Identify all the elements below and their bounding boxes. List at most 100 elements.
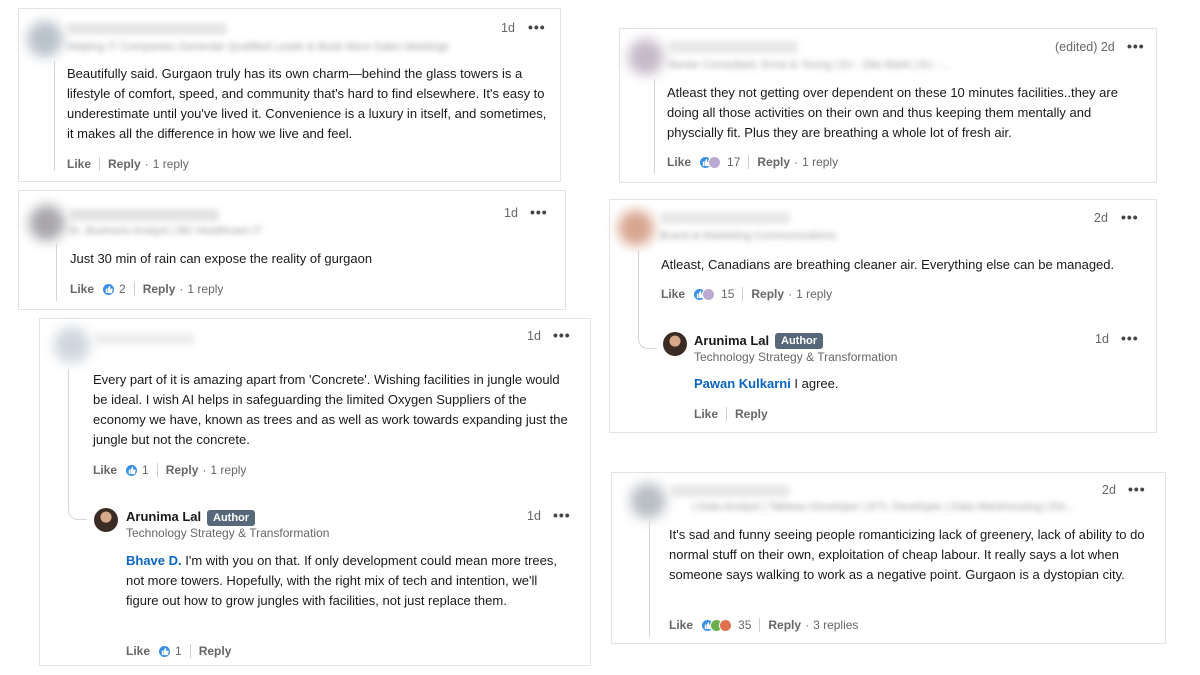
reply-author-name[interactable]: Arunima Lal — [694, 333, 769, 348]
heart-icon — [719, 618, 733, 632]
divider — [133, 282, 135, 296]
thread-connector — [68, 507, 87, 520]
thread-line — [56, 243, 57, 301]
thread-line — [649, 521, 650, 637]
avatar[interactable] — [27, 21, 63, 57]
separator-dot: · — [202, 463, 207, 477]
commenter-name[interactable] — [668, 41, 798, 53]
reply-author-title: Technology Strategy & Transformation — [694, 350, 898, 364]
reply-author-name[interactable]: Arunima Lal — [126, 509, 201, 524]
reaction-count: 1 — [142, 463, 149, 477]
reactions[interactable]: 17 — [699, 155, 740, 169]
reply-body: I agree. — [790, 376, 839, 391]
reactions[interactable]: 15 — [693, 287, 734, 301]
commenter-headline: Helping IT Companies Generate Qualified … — [67, 41, 449, 53]
comment-text: Atleast, Canadians are breathing cleaner… — [661, 257, 1115, 272]
replies-link[interactable]: 1 reply — [796, 287, 832, 301]
avatar[interactable] — [54, 327, 90, 363]
like-button[interactable]: Like — [667, 155, 691, 169]
more-options-icon[interactable]: ••• — [1127, 38, 1145, 54]
more-options-icon[interactable]: ••• — [528, 19, 546, 35]
more-options-icon[interactable]: ••• — [1128, 481, 1146, 497]
reply-button[interactable]: Reply — [751, 287, 784, 301]
separator-dot: · — [144, 157, 149, 171]
reply-button[interactable]: Reply — [735, 407, 768, 421]
like-button[interactable]: Like — [669, 618, 693, 632]
reply-text: Bhave D. I'm with you on that. If only d… — [126, 551, 566, 611]
commenter-name[interactable] — [69, 209, 219, 221]
reply-actions: Like Reply — [694, 407, 768, 421]
divider — [748, 155, 750, 169]
commenter-name[interactable] — [670, 485, 790, 497]
divider — [742, 287, 744, 301]
commenter-headline: Senior Consultant, Ernst & Young | Ex - … — [668, 59, 952, 71]
reaction-count: 17 — [727, 155, 741, 169]
reactions[interactable]: 35 — [701, 618, 751, 632]
like-button[interactable]: Like — [67, 157, 91, 171]
comment-actions: Like 17 Reply · 1 reply — [667, 155, 838, 169]
comment-text: Beautifully said. Gurgaon truly has its … — [67, 66, 547, 141]
reply-time: 1d — [1095, 332, 1109, 346]
comment-time: 1d — [504, 206, 518, 220]
commenter-name[interactable] — [660, 212, 790, 224]
reaction-count: 35 — [738, 618, 752, 632]
divider — [156, 463, 158, 477]
reply-button[interactable]: Reply — [199, 644, 232, 658]
comment-text: Every part of it is amazing apart from '… — [93, 372, 568, 447]
reply-text: Pawan Kulkarni I agree. — [694, 374, 1134, 394]
more-options-icon[interactable]: ••• — [1121, 209, 1139, 225]
like-icon — [158, 644, 172, 658]
replies-link[interactable]: 1 reply — [802, 155, 838, 169]
comment-time: (edited) 2d — [1055, 40, 1115, 54]
reply-button[interactable]: Reply — [768, 618, 801, 632]
avatar[interactable] — [628, 39, 664, 75]
like-icon — [102, 282, 116, 296]
replies-link[interactable]: 3 replies — [813, 618, 858, 632]
comment-card: | Data Analyst | Tableau Developer | ETL… — [611, 472, 1166, 644]
comment-card: 1d ••• Every part of it is amazing apart… — [39, 318, 591, 666]
reply-button[interactable]: Reply — [108, 157, 141, 171]
like-button[interactable]: Like — [70, 282, 94, 296]
divider — [189, 644, 191, 658]
reaction-count: 15 — [721, 287, 735, 301]
avatar[interactable] — [663, 332, 687, 356]
reply-button[interactable]: Reply — [143, 282, 176, 296]
separator-dot: · — [805, 618, 810, 632]
more-options-icon[interactable]: ••• — [530, 204, 548, 220]
replies-link[interactable]: 1 reply — [210, 463, 246, 477]
replies-link[interactable]: 1 reply — [187, 282, 223, 296]
thread-line — [654, 79, 655, 174]
thread-line — [54, 61, 55, 171]
reactions[interactable]: 1 — [158, 644, 182, 658]
mention-link[interactable]: Pawan Kulkarni — [694, 376, 791, 391]
reaction-count: 2 — [119, 282, 126, 296]
like-button[interactable]: Like — [93, 463, 117, 477]
commenter-name[interactable] — [67, 23, 227, 35]
comment-actions: Like 2 Reply · 1 reply — [70, 282, 223, 296]
avatar[interactable] — [29, 205, 65, 241]
comment-actions: Like 1 Reply · 1 reply — [93, 463, 246, 477]
mention-link[interactable]: Bhave D. — [126, 553, 182, 568]
like-icon — [125, 463, 139, 477]
avatar[interactable] — [94, 508, 118, 532]
avatar[interactable] — [630, 483, 666, 519]
more-options-icon[interactable]: ••• — [553, 507, 571, 523]
more-options-icon[interactable]: ••• — [1121, 330, 1139, 346]
avatar[interactable] — [618, 210, 654, 246]
like-button[interactable]: Like — [126, 644, 150, 658]
thread-connector — [638, 336, 657, 349]
replies-link[interactable]: 1 reply — [153, 157, 189, 171]
author-badge: Author — [775, 333, 824, 349]
more-options-icon[interactable]: ••• — [553, 327, 571, 343]
like-button[interactable]: Like — [661, 287, 685, 301]
separator-dot: · — [794, 155, 799, 169]
commenter-name[interactable] — [94, 333, 194, 345]
divider — [759, 618, 761, 632]
reply-button[interactable]: Reply — [757, 155, 790, 169]
reply-button[interactable]: Reply — [166, 463, 199, 477]
reactions[interactable]: 1 — [125, 463, 149, 477]
comment-actions: Like 35 Reply · 3 replies — [669, 618, 858, 632]
reactions[interactable]: 2 — [102, 282, 126, 296]
comment-actions: Like Reply · 1 reply — [67, 157, 189, 171]
like-button[interactable]: Like — [694, 407, 718, 421]
